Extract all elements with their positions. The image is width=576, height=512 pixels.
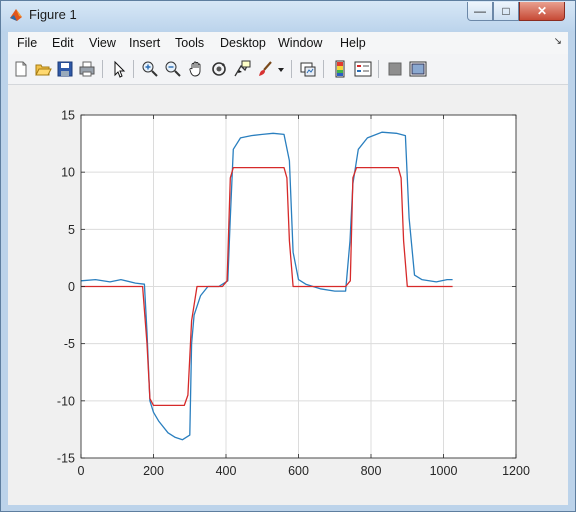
- close-button[interactable]: ✕: [519, 2, 565, 21]
- toolbar-separator: [102, 60, 103, 78]
- x-tick-label: 0: [78, 464, 85, 478]
- y-tick-label: -15: [57, 452, 75, 466]
- menu-edit[interactable]: Edit: [52, 36, 74, 50]
- save-icon[interactable]: [55, 59, 75, 79]
- hide-plot-tools-icon[interactable]: [385, 59, 405, 79]
- x-tick-label: 1000: [430, 464, 458, 478]
- window-title: Figure 1: [29, 7, 77, 22]
- minimize-button[interactable]: —: [467, 2, 493, 21]
- legend-icon[interactable]: [353, 59, 373, 79]
- title-bar[interactable]: Figure 1 — □ ✕: [1, 1, 575, 31]
- menu-view[interactable]: View: [89, 36, 116, 50]
- toolbar-separator: [378, 60, 379, 78]
- figure-window: Figure 1 — □ ✕ File Edit View Insert Too…: [0, 0, 576, 512]
- y-tick-label: -5: [64, 337, 75, 351]
- brush-icon[interactable]: [255, 59, 275, 79]
- toolbar-separator: [323, 60, 324, 78]
- minimize-icon: —: [474, 4, 486, 18]
- open-file-icon[interactable]: [33, 59, 53, 79]
- rotate-3d-icon[interactable]: [209, 59, 229, 79]
- x-tick-label: 200: [143, 464, 164, 478]
- maximize-icon: □: [502, 4, 510, 18]
- matlab-logo-icon: [9, 8, 23, 22]
- pointer-icon[interactable]: [109, 59, 129, 79]
- menu-file[interactable]: File: [17, 36, 37, 50]
- y-tick-label: 10: [61, 166, 75, 180]
- menu-bar: File Edit View Insert Tools Desktop Wind…: [8, 32, 568, 54]
- menu-dock-arrow-icon[interactable]: ↘: [554, 36, 562, 47]
- print-icon[interactable]: [77, 59, 97, 79]
- x-tick-label: 800: [361, 464, 382, 478]
- pan-hand-icon[interactable]: [186, 59, 206, 79]
- x-tick-label: 400: [216, 464, 237, 478]
- y-tick-label: 5: [68, 223, 75, 237]
- menu-help[interactable]: Help: [340, 36, 366, 50]
- toolbar-separator: [291, 60, 292, 78]
- colorbar-icon[interactable]: [330, 59, 350, 79]
- menu-window[interactable]: Window: [278, 36, 322, 50]
- zoom-in-icon[interactable]: [140, 59, 160, 79]
- menu-desktop[interactable]: Desktop: [220, 36, 266, 50]
- brush-dropdown-icon[interactable]: [276, 59, 286, 79]
- menu-tools[interactable]: Tools: [175, 36, 204, 50]
- x-tick-label: 1200: [502, 464, 530, 478]
- maximize-button[interactable]: □: [493, 2, 519, 21]
- toolbar-separator: [133, 60, 134, 78]
- figure-canvas-area: 0 200 400 600 800 1000 1200 -15 -10 -5 0 5 10 15: [8, 85, 568, 505]
- link-plot-icon[interactable]: [298, 59, 318, 79]
- new-figure-icon[interactable]: [11, 59, 31, 79]
- zoom-out-icon[interactable]: [163, 59, 183, 79]
- figure-toolbar: [8, 54, 568, 85]
- y-tick-label: 0: [68, 280, 75, 294]
- menu-insert[interactable]: Insert: [129, 36, 160, 50]
- x-tick-label: 600: [288, 464, 309, 478]
- data-cursor-icon[interactable]: [232, 59, 252, 79]
- y-tick-label: -10: [57, 394, 75, 408]
- show-plot-tools-icon[interactable]: [408, 59, 428, 79]
- close-icon: ✕: [536, 4, 548, 18]
- y-tick-label: 15: [61, 109, 75, 123]
- line-chart[interactable]: 0 200 400 600 800 1000 1200 -15 -10 -5 0 5 10 15: [8, 85, 568, 505]
